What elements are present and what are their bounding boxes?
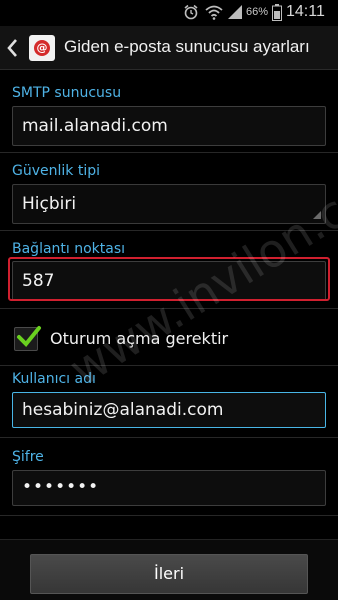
username-field[interactable]: hesabiniz@alanadi.com: [12, 392, 326, 428]
wifi-icon: [205, 5, 223, 20]
chevron-left-icon[interactable]: [6, 38, 18, 58]
outgoing-server-form: SMTP sunucusu mail.alanadi.com Güvenlik …: [0, 71, 338, 539]
divider: [0, 515, 338, 516]
port-label: Bağlantı noktası: [12, 241, 126, 257]
signal-icon: [228, 5, 242, 19]
smtp-server-label: SMTP sunucusu: [12, 85, 122, 101]
password-label: Şifre: [12, 449, 44, 465]
battery-icon: [272, 4, 282, 21]
divider: [0, 230, 338, 231]
security-type-dropdown[interactable]: Hiçbiri: [12, 184, 326, 224]
bottom-bar: İleri: [0, 539, 338, 600]
battery-percent: 66%: [246, 6, 269, 18]
clock: 14:11: [286, 3, 325, 20]
divider: [0, 365, 338, 366]
port-highlight: [8, 257, 330, 301]
page-title: Giden e-posta sunucusu ayarları: [64, 37, 310, 56]
email-app-icon: @: [29, 35, 55, 61]
security-type-label: Güvenlik tipi: [12, 163, 100, 179]
divider: [0, 308, 338, 309]
security-type-value: Hiçbiri: [22, 194, 77, 214]
smtp-server-field[interactable]: mail.alanadi.com: [12, 106, 326, 146]
dropdown-arrow-icon: [313, 211, 321, 219]
username-label: Kullanıcı adı: [12, 371, 96, 387]
status-bar: 66% 14:11: [0, 0, 338, 26]
action-bar: @ Giden e-posta sunucusu ayarları: [0, 26, 338, 70]
require-login-checkbox[interactable]: [14, 326, 41, 351]
alarm-icon: [184, 4, 198, 20]
divider: [0, 437, 338, 438]
require-login-label[interactable]: Oturum açma gerektir: [50, 329, 228, 348]
next-button[interactable]: İleri: [30, 554, 308, 594]
password-field[interactable]: •••••••: [12, 470, 326, 506]
divider: [0, 152, 338, 153]
check-icon: [17, 326, 41, 347]
